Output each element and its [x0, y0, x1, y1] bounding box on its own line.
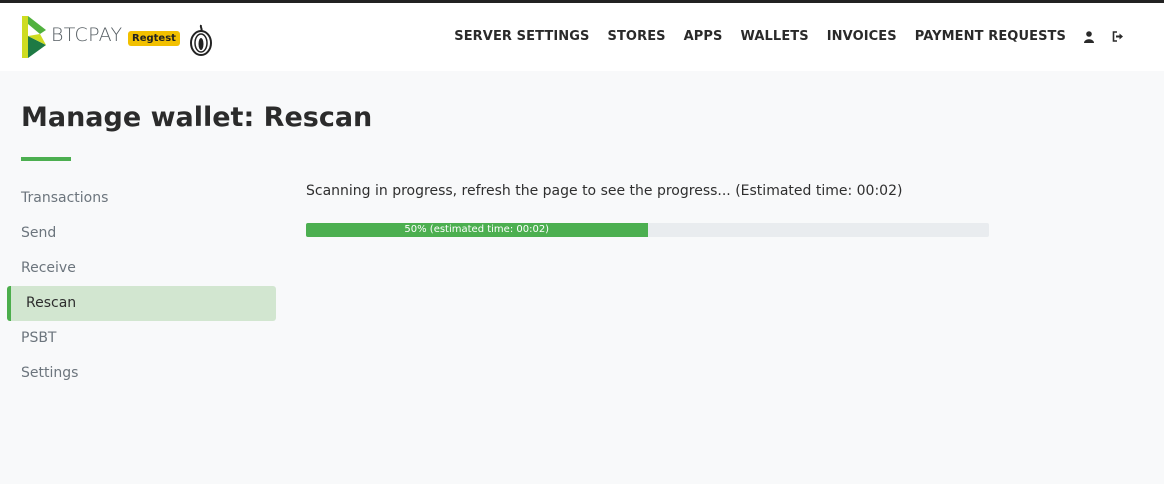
nav-stores[interactable]: STORES	[608, 29, 666, 44]
regtest-badge: Regtest	[128, 31, 180, 46]
nav-server-settings[interactable]: SERVER SETTINGS	[454, 29, 589, 44]
top-navbar: BTCPAY Regtest SERVER SETTINGS STORES AP…	[0, 3, 1164, 71]
wallet-sidebar: Transactions Send Receive Rescan PSBT Se…	[7, 181, 276, 391]
logout-icon[interactable]	[1112, 31, 1124, 42]
sidebar-item-rescan[interactable]: Rescan	[7, 286, 276, 321]
nav-apps[interactable]: APPS	[684, 29, 723, 44]
scan-progress: 50% (estimated time: 00:02)	[306, 223, 989, 237]
sidebar-item-transactions[interactable]: Transactions	[7, 181, 276, 216]
main-nav: SERVER SETTINGS STORES APPS WALLETS INVO…	[436, 29, 1124, 44]
scan-progress-bar: 50% (estimated time: 00:02)	[306, 223, 648, 237]
page-title: Manage wallet: Rescan	[21, 102, 373, 133]
nav-payment-requests[interactable]: PAYMENT REQUESTS	[915, 29, 1066, 44]
btcpay-logo-icon	[22, 16, 46, 58]
sidebar-item-receive[interactable]: Receive	[7, 251, 276, 286]
tor-onion-icon	[190, 24, 212, 56]
title-underline	[21, 157, 71, 161]
sidebar-item-psbt[interactable]: PSBT	[7, 321, 276, 356]
nav-invoices[interactable]: INVOICES	[827, 29, 897, 44]
sidebar-item-settings[interactable]: Settings	[7, 356, 276, 391]
sidebar-item-send[interactable]: Send	[7, 216, 276, 251]
user-icon[interactable]	[1084, 30, 1094, 43]
brand-name: BTCPAY	[51, 24, 123, 46]
nav-wallets[interactable]: WALLETS	[741, 29, 809, 44]
scan-status-text: Scanning in progress, refresh the page t…	[306, 183, 903, 199]
